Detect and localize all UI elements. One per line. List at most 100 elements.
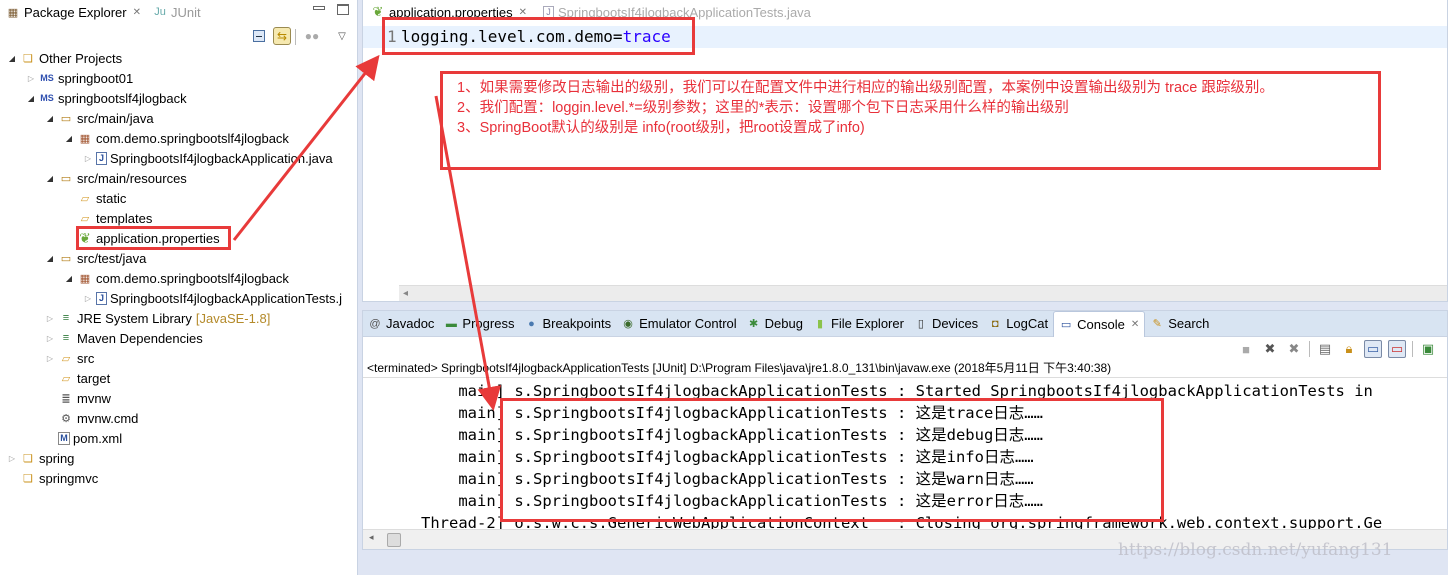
close-icon[interactable]: ✕: [519, 7, 527, 18]
log-thread: main]: [458, 426, 505, 444]
clear-console-button[interactable]: ▤: [1316, 340, 1334, 358]
collapse-all-button[interactable]: [250, 27, 268, 45]
scroll-left-icon[interactable]: ◂: [403, 288, 408, 299]
debug-icon: ✱: [749, 318, 759, 330]
link-with-editor-button[interactable]: ⇆: [273, 27, 291, 45]
close-icon[interactable]: ✕: [1131, 319, 1139, 330]
scroll-left-icon[interactable]: ◂: [369, 532, 374, 543]
scrollbar-thumb[interactable]: [387, 533, 401, 547]
tree-item-label: mvnw.cmd: [77, 410, 139, 426]
pin-console-button[interactable]: ▣: [1419, 340, 1437, 358]
tree-item[interactable]: ▷ ≡ JRE System Library [JavaSE-1.8]: [0, 308, 357, 328]
tree-item[interactable]: ◢ MS springbootslf4jlogback: [0, 88, 357, 108]
view-menu-button[interactable]: ▽: [333, 27, 351, 45]
collapsed-twisty-icon[interactable]: ▷: [82, 294, 94, 303]
tree-item[interactable]: Mpom.xml: [0, 428, 357, 448]
tree-item[interactable]: ❏ springmvc: [0, 468, 357, 488]
tree-item[interactable]: ▷ ▱ src: [0, 348, 357, 368]
tree-item-label: static: [96, 190, 127, 206]
remove-all-launches-button[interactable]: ✖: [1285, 340, 1303, 358]
breakpoints-icon: ●: [528, 317, 535, 330]
view-window-controls: [313, 4, 349, 15]
tree-item[interactable]: ▷ J SpringbootsIf4jlogbackApplicationTests…: [0, 288, 357, 308]
maximize-icon[interactable]: [337, 4, 349, 15]
scroll-lock-button[interactable]: 🔒︎: [1340, 340, 1358, 358]
tab-devices[interactable]: ▯ Devices: [909, 311, 983, 337]
progress-icon: ▬: [445, 317, 457, 330]
tab-breakpoints[interactable]: ● Breakpoints: [519, 311, 616, 337]
tab-junit[interactable]: Ju JUnit: [147, 0, 207, 24]
close-icon[interactable]: ✕: [133, 7, 141, 18]
collapsed-twisty-icon[interactable]: ▷: [44, 314, 56, 323]
highlight-box-properties-file: [76, 226, 231, 250]
tab-package-explorer[interactable]: ▦ Package Explorer ✕: [0, 0, 147, 24]
tree-item[interactable]: ▱ target: [0, 368, 357, 388]
tree-item[interactable]: ▷ MS springboot01: [0, 68, 357, 88]
tree-item[interactable]: ◢ ❏ Other Projects: [0, 48, 357, 68]
expanded-twisty-icon[interactable]: ◢: [63, 274, 75, 283]
show-console-stdout-icon: ▭: [1366, 341, 1380, 356]
tab-console[interactable]: ▭ Console ✕: [1053, 310, 1146, 337]
expanded-twisty-icon[interactable]: ◢: [25, 94, 37, 103]
tree-item[interactable]: ◢ ▦ com.demo.springbootslf4jlogback: [0, 128, 357, 148]
tree-item-label: SpringbootsIf4jlogbackApplication.java: [110, 150, 333, 166]
tab-javadoc[interactable]: @ Javadoc: [363, 311, 439, 337]
tree-item-label: com.demo.springbootslf4jlogback: [96, 270, 289, 286]
tab-search[interactable]: ✎ Search: [1145, 311, 1214, 337]
tab-logcat[interactable]: ◘ LogCat: [983, 311, 1053, 337]
show-console-stderr-icon: ▭: [1390, 341, 1404, 356]
terminate-button[interactable]: ■: [1237, 340, 1255, 358]
package-explorer-tabbar: ▦ Package Explorer ✕ Ju JUnit: [0, 0, 357, 24]
focus-button[interactable]: ●●: [303, 27, 321, 45]
search-icon: ✎: [1152, 318, 1162, 330]
tree-item-label: Other Projects: [39, 50, 123, 66]
tree-item-label: pom.xml: [73, 430, 123, 446]
tree-item[interactable]: ◢ ▭ src/main/resources: [0, 168, 357, 188]
cmd-file-icon: ⚙: [61, 412, 71, 425]
collapsed-twisty-icon[interactable]: ▷: [25, 74, 37, 83]
java-file-icon: J: [96, 151, 107, 165]
toolbar-separator: [295, 29, 296, 45]
expanded-twisty-icon[interactable]: ◢: [44, 174, 56, 183]
minimize-icon[interactable]: [313, 6, 325, 10]
clear-console-icon: ▤: [1318, 341, 1332, 356]
expanded-twisty-icon[interactable]: ◢: [44, 254, 56, 263]
tree-item-label: target: [77, 370, 111, 386]
tree-item[interactable]: ◢ ▦ com.demo.springbootslf4jlogback: [0, 268, 357, 288]
expanded-twisty-icon[interactable]: ◢: [44, 114, 56, 123]
collapsed-twisty-icon[interactable]: ▷: [82, 154, 94, 163]
remove-launch-button[interactable]: ✖: [1261, 340, 1279, 358]
log-thread: main]: [458, 492, 505, 510]
remove-icon: ✖: [1264, 341, 1276, 356]
expanded-twisty-icon[interactable]: ◢: [63, 134, 75, 143]
collapsed-twisty-icon[interactable]: ▷: [44, 334, 56, 343]
collapsed-twisty-icon[interactable]: ▷: [44, 354, 56, 363]
tab-label: Progress: [462, 316, 515, 331]
tree-item[interactable]: ◢ ▭ src/test/java: [0, 248, 357, 268]
package-icon: ▦: [79, 132, 91, 145]
tree-item[interactable]: ⚙ mvnw.cmd: [0, 408, 357, 428]
tab-progress[interactable]: ▬ Progress: [439, 311, 519, 337]
pin-icon: ▣: [1421, 341, 1435, 356]
tree-item[interactable]: ▱ templates: [0, 208, 357, 228]
tree-item-label: mvnw: [77, 390, 111, 406]
log-thread: Thread-2]: [421, 514, 505, 529]
tab-debug[interactable]: ✱ Debug: [742, 311, 808, 337]
source-folder-icon: ▭: [60, 172, 72, 185]
editor-horizontal-scrollbar[interactable]: ◂: [399, 285, 1447, 301]
highlight-box-code: [382, 17, 695, 55]
show-on-stdout-button[interactable]: ▭: [1364, 340, 1382, 358]
tree-item[interactable]: ◢ ▭ src/main/java: [0, 108, 357, 128]
collapsed-twisty-icon[interactable]: ▷: [6, 454, 18, 463]
show-on-stderr-button[interactable]: ▭: [1388, 340, 1406, 358]
tree-item[interactable]: ▷ ❏ spring: [0, 448, 357, 468]
tab-label: LogCat: [1006, 316, 1049, 331]
tree-item[interactable]: ▷ ≡ Maven Dependencies: [0, 328, 357, 348]
tree-item[interactable]: ▷ J SpringbootsIf4jlogbackApplication.java: [0, 148, 357, 168]
tree-item[interactable]: ≣ mvnw: [0, 388, 357, 408]
tab-emulator-control[interactable]: ◉ Emulator Control: [616, 311, 742, 337]
scroll-lock-icon: 🔒︎: [1345, 341, 1353, 356]
expanded-twisty-icon[interactable]: ◢: [6, 54, 18, 63]
tree-item[interactable]: ▱ static: [0, 188, 357, 208]
tab-file-explorer[interactable]: ▮ File Explorer: [808, 311, 909, 337]
